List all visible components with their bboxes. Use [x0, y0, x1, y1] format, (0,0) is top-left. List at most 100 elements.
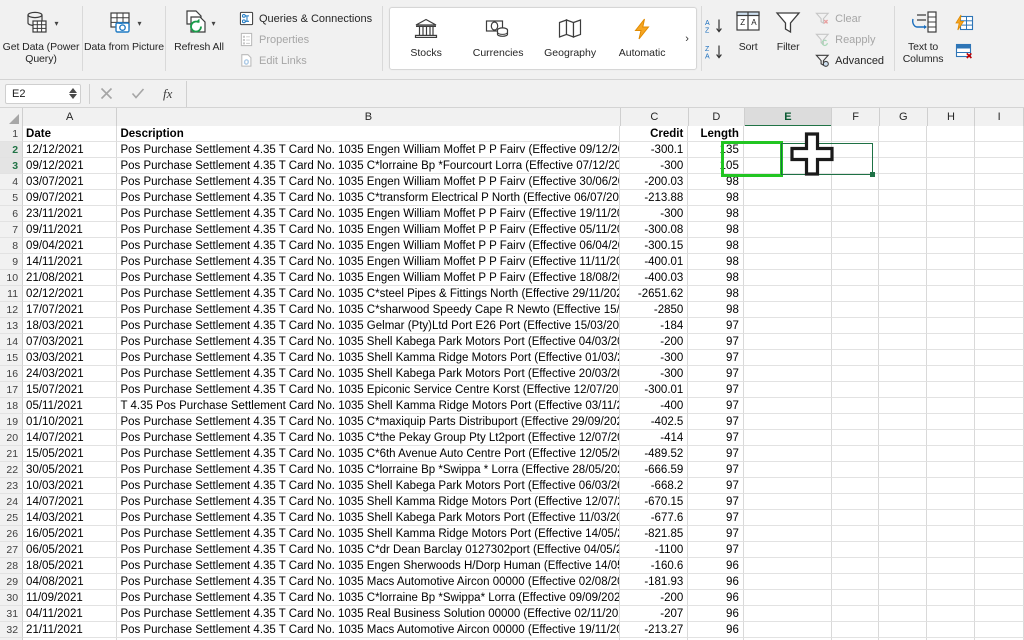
cell-H22[interactable] [927, 462, 976, 478]
cell-F20[interactable] [831, 430, 880, 446]
cell-C3[interactable]: -300 [619, 158, 689, 174]
cell-C24[interactable]: -670.15 [619, 494, 689, 510]
cell-E17[interactable] [743, 382, 832, 398]
table-row[interactable]: 15 03/03/2021 Pos Purchase Settlement 4.35… [0, 350, 1024, 366]
properties-button[interactable]: Properties [234, 30, 376, 49]
cell-H30[interactable] [927, 590, 976, 606]
cell-F29[interactable] [831, 574, 880, 590]
cell-I5[interactable] [975, 190, 1024, 206]
cell-B27[interactable]: Pos Purchase Settlement 4.35 T Card No. … [117, 542, 620, 558]
cell-H13[interactable] [927, 318, 976, 334]
cell-E14[interactable] [743, 334, 832, 350]
name-box-spinner[interactable] [69, 88, 77, 99]
cell-C5[interactable]: -213.88 [619, 190, 689, 206]
cell-C19[interactable]: -402.5 [619, 414, 689, 430]
cell-A14[interactable]: 07/03/2021 [23, 334, 118, 350]
cell-B16[interactable]: Pos Purchase Settlement 4.35 T Card No. … [117, 366, 620, 382]
cell-B28[interactable]: Pos Purchase Settlement 4.35 T Card No. … [117, 558, 620, 574]
cell-B13[interactable]: Pos Purchase Settlement 4.35 T Card No. … [117, 318, 620, 334]
cell-D17[interactable]: 97 [688, 382, 744, 398]
cell-D19[interactable]: 97 [688, 414, 744, 430]
cell-B11[interactable]: Pos Purchase Settlement 4.35 T Card No. … [117, 286, 620, 302]
cell-E8[interactable] [743, 238, 832, 254]
cell-B25[interactable]: Pos Purchase Settlement 4.35 T Card No. … [117, 510, 620, 526]
cell-H25[interactable] [927, 510, 976, 526]
worksheet-grid[interactable]: A B C D E F G H I 1 Date Description Credit… [0, 108, 1024, 640]
row-header-19[interactable]: 19 [0, 414, 24, 430]
cell-G24[interactable] [879, 494, 928, 510]
cell-E7[interactable] [743, 222, 832, 238]
cell-F11[interactable] [831, 286, 880, 302]
table-row[interactable]: 9 14/11/2021 Pos Purchase Settlement 4.35 … [0, 254, 1024, 270]
cell-D5[interactable]: 98 [688, 190, 744, 206]
edit-links-button[interactable]: Edit Links [234, 51, 376, 70]
row-header-26[interactable]: 26 [0, 526, 24, 542]
cell-B21[interactable]: Pos Purchase Settlement 4.35 T Card No. … [117, 446, 620, 462]
cell-G1[interactable] [879, 126, 928, 142]
cell-F24[interactable] [831, 494, 880, 510]
cell-E3[interactable] [743, 158, 832, 174]
cell-E32[interactable] [743, 622, 832, 638]
clear-filter-button[interactable]: Clear [810, 9, 888, 28]
cell-A15[interactable]: 03/03/2021 [23, 350, 118, 366]
cell-D18[interactable]: 97 [688, 398, 744, 414]
cell-H27[interactable] [927, 542, 976, 558]
cell-I4[interactable] [975, 174, 1024, 190]
table-row[interactable]: 29 04/08/2021 Pos Purchase Settlement 4.35… [0, 574, 1024, 590]
cell-F32[interactable] [831, 622, 880, 638]
cell-G26[interactable] [879, 526, 928, 542]
reapply-filter-button[interactable]: Reapply [810, 30, 888, 49]
cell-E9[interactable] [743, 254, 832, 270]
cell-F17[interactable] [831, 382, 880, 398]
row-header-1[interactable]: 1 [0, 126, 24, 142]
flash-fill-icon[interactable] [954, 14, 974, 37]
cell-F2[interactable] [831, 142, 880, 158]
cell-F1[interactable] [831, 126, 880, 142]
cell-I13[interactable] [975, 318, 1024, 334]
cell-D9[interactable]: 98 [688, 254, 744, 270]
cell-E22[interactable] [743, 462, 832, 478]
cell-B3[interactable]: Pos Purchase Settlement 4.35 T Card No. … [117, 158, 620, 174]
cell-B9[interactable]: Pos Purchase Settlement 4.35 T Card No. … [117, 254, 620, 270]
cell-E2[interactable] [743, 142, 832, 158]
cell-F13[interactable] [831, 318, 880, 334]
row-header-6[interactable]: 6 [0, 206, 24, 222]
enter-icon[interactable] [122, 81, 154, 107]
cell-B14[interactable]: Pos Purchase Settlement 4.35 T Card No. … [117, 334, 620, 350]
cell-D4[interactable]: 98 [688, 174, 744, 190]
row-header-25[interactable]: 25 [0, 510, 24, 526]
cell-G10[interactable] [879, 270, 928, 286]
cell-C18[interactable]: -400 [619, 398, 689, 414]
cell-B19[interactable]: Pos Purchase Settlement 4.35 T Card No. … [117, 414, 620, 430]
cell-G19[interactable] [879, 414, 928, 430]
row-header-29[interactable]: 29 [0, 574, 24, 590]
cell-G30[interactable] [879, 590, 928, 606]
table-row[interactable]: 12 17/07/2021 Pos Purchase Settlement 4.35… [0, 302, 1024, 318]
table-row[interactable]: 25 14/03/2021 Pos Purchase Settlement 4.35… [0, 510, 1024, 526]
cell-D27[interactable]: 97 [688, 542, 744, 558]
cell-F19[interactable] [831, 414, 880, 430]
cell-F5[interactable] [831, 190, 880, 206]
cell-C8[interactable]: -300.15 [619, 238, 689, 254]
cell-G28[interactable] [879, 558, 928, 574]
cell-A25[interactable]: 14/03/2021 [23, 510, 118, 526]
row-header-18[interactable]: 18 [0, 398, 24, 414]
cell-G22[interactable] [879, 462, 928, 478]
filter-button[interactable]: Filter [768, 0, 808, 79]
cell-A9[interactable]: 14/11/2021 [23, 254, 118, 270]
cell-H24[interactable] [927, 494, 976, 510]
table-row[interactable]: 6 23/11/2021 Pos Purchase Settlement 4.35 … [0, 206, 1024, 222]
table-row[interactable]: 21 15/05/2021 Pos Purchase Settlement 4.35… [0, 446, 1024, 462]
cell-C26[interactable]: -821.85 [619, 526, 689, 542]
column-header-d[interactable]: D [689, 108, 745, 126]
cell-C25[interactable]: -677.6 [619, 510, 689, 526]
cell-H5[interactable] [927, 190, 976, 206]
table-row[interactable]: 32 21/11/2021 Pos Purchase Settlement 4.35… [0, 622, 1024, 638]
table-row[interactable]: 14 07/03/2021 Pos Purchase Settlement 4.35… [0, 334, 1024, 350]
column-header-f[interactable]: F [832, 108, 880, 126]
cell-E29[interactable] [743, 574, 832, 590]
cell-D8[interactable]: 98 [688, 238, 744, 254]
cell-D26[interactable]: 97 [688, 526, 744, 542]
cell-E27[interactable] [743, 542, 832, 558]
table-row[interactable]: 1 Date Description Credit Length [0, 126, 1024, 142]
